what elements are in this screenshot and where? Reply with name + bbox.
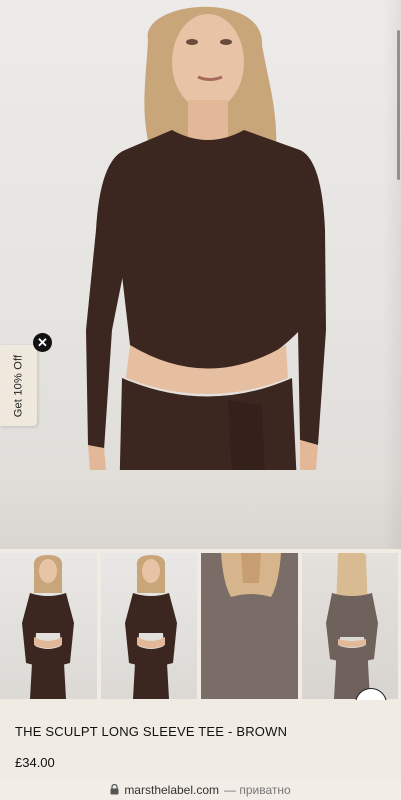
thumbnail-model-figure — [325, 553, 378, 699]
thumbnail-strip — [0, 553, 401, 699]
thumbnail-front-view-hand[interactable] — [100, 553, 197, 699]
lock-icon — [110, 784, 119, 795]
thumbnail-back-view[interactable] — [301, 553, 398, 699]
close-icon[interactable]: ✕ — [33, 333, 52, 352]
studio-floor — [0, 470, 401, 549]
url-domain: marsthelabel.com — [124, 782, 220, 797]
page-scrollbar[interactable] — [397, 30, 400, 180]
product-title: THE SCULPT LONG SLEEVE TEE - BROWN — [15, 724, 288, 739]
browser-url-bar[interactable]: marsthelabel.com — приватно — [0, 779, 401, 800]
discount-promo-tab[interactable]: Get 10% Off — [0, 345, 37, 426]
thumbnail-front-view[interactable] — [0, 553, 97, 699]
thumbnail-model-figure — [124, 555, 177, 699]
thumbnail-back-detail[interactable] — [201, 553, 298, 699]
promo-label: Get 10% Off — [12, 354, 25, 417]
product-main-image[interactable] — [0, 0, 401, 549]
product-price: £34.00 — [15, 755, 55, 770]
thumbnail-model-figure — [22, 555, 74, 699]
private-mode-label: — приватно — [224, 782, 291, 797]
product-info-panel — [0, 700, 401, 778]
thumbnail-back-detail-figure — [221, 553, 281, 597]
model-figure — [86, 6, 326, 549]
